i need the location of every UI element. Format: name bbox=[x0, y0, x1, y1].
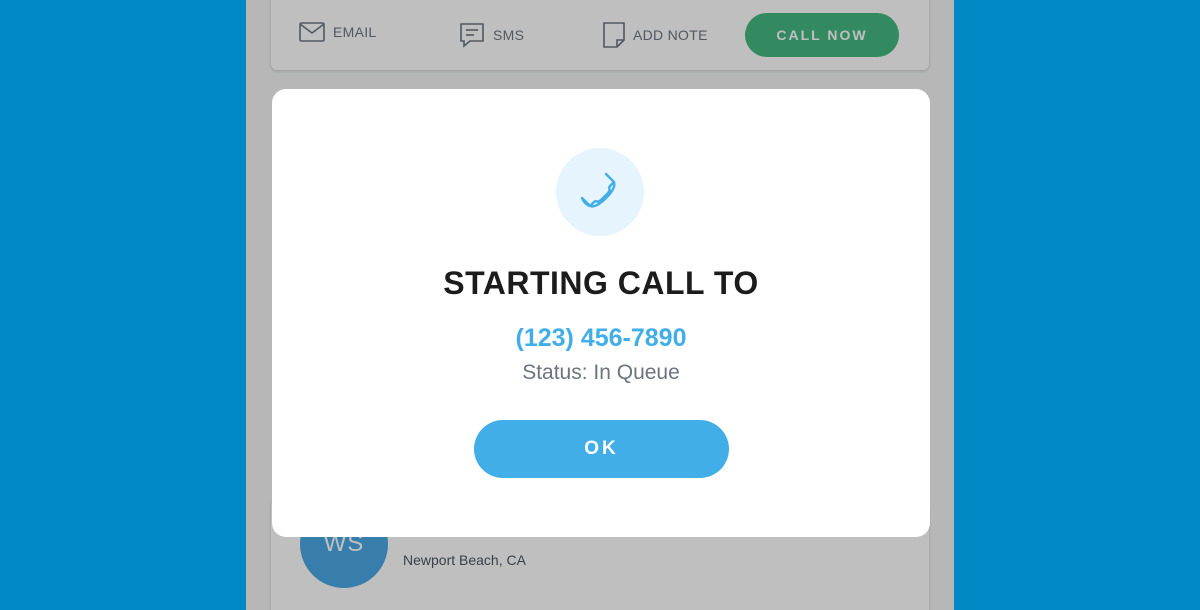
dialog-phone-number[interactable]: (123) 456-7890 bbox=[272, 324, 930, 353]
dialog-status: Status: In Queue bbox=[522, 361, 680, 384]
dialog-title: STARTING CALL TO bbox=[443, 265, 759, 301]
ok-button[interactable]: OK bbox=[474, 420, 729, 478]
phone-icon bbox=[556, 148, 644, 236]
call-dialog: STARTING CALL TO (123) 456-7890 Status: … bbox=[272, 89, 930, 537]
